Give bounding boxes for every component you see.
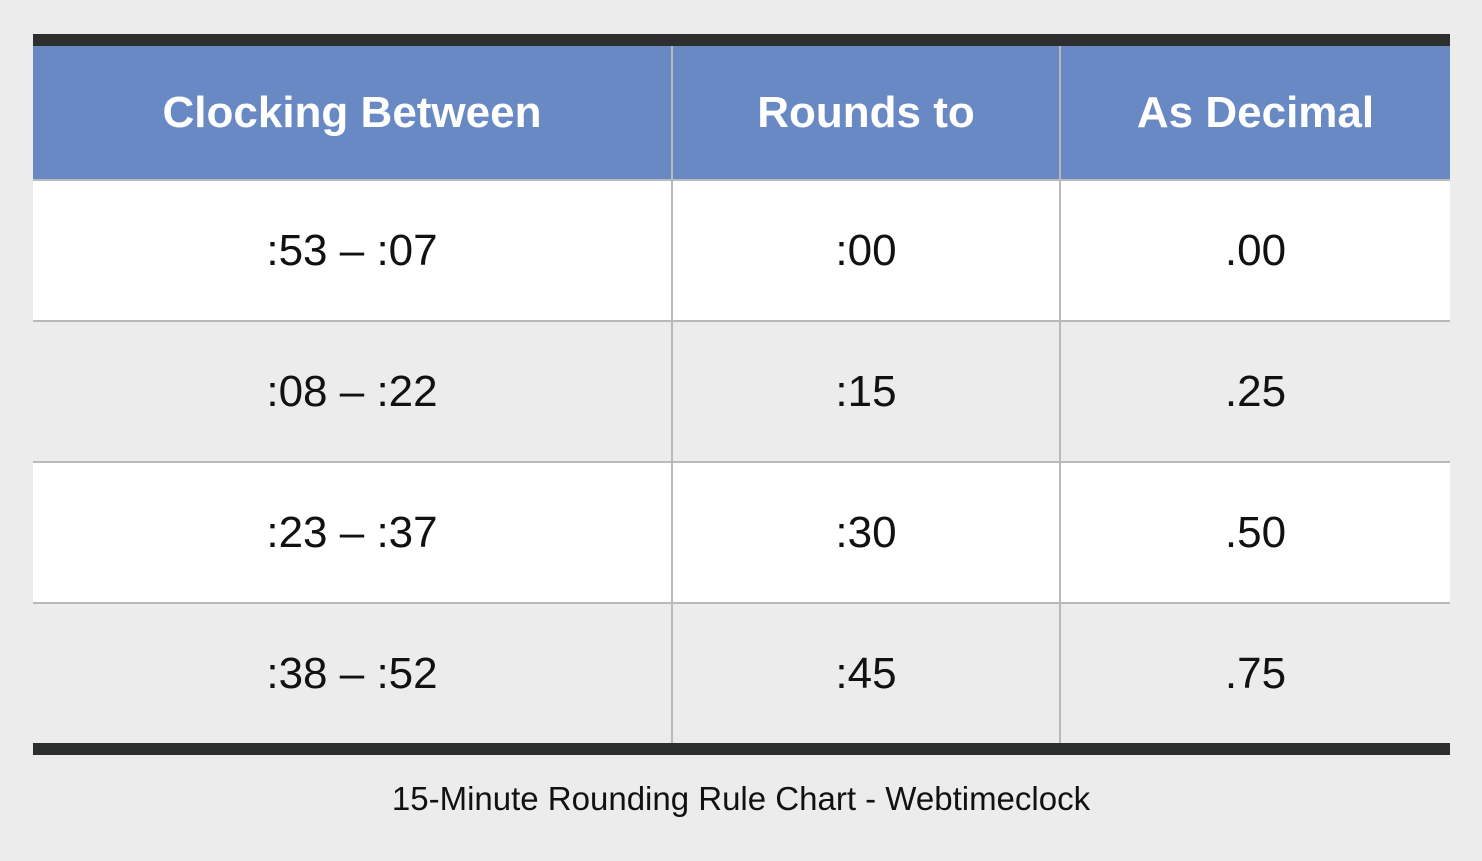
cell-rounds-to: :45: [671, 602, 1060, 743]
table-row: :53 – :07 :00 .00: [33, 180, 1450, 321]
cell-clocking-between: :08 – :22: [33, 320, 672, 462]
cell-clocking-between: :38 – :52: [33, 602, 672, 743]
header-row: Clocking Between Rounds to As Decimal: [33, 46, 1450, 181]
header-as-decimal: As Decimal: [1059, 46, 1450, 181]
rounding-table: Clocking Between Rounds to As Decimal :5…: [33, 46, 1450, 743]
table-row: :23 – :37 :30 .50: [33, 461, 1450, 603]
bottom-rule: [33, 743, 1450, 755]
table-row: :08 – :22 :15 .25: [33, 320, 1450, 462]
top-rule: [33, 34, 1450, 46]
cell-rounds-to: :30: [671, 461, 1060, 603]
cell-clocking-between: :53 – :07: [33, 180, 672, 321]
table-row: :38 – :52 :45 .75: [33, 602, 1450, 743]
table-caption: 15-Minute Rounding Rule Chart - Webtimec…: [391, 780, 1091, 817]
header-clocking-between: Clocking Between: [33, 46, 672, 181]
cell-as-decimal: .75: [1059, 602, 1450, 743]
cell-as-decimal: .50: [1059, 461, 1450, 603]
cell-rounds-to: :00: [671, 180, 1060, 321]
header-rounds-to: Rounds to: [671, 46, 1060, 181]
cell-as-decimal: .25: [1059, 320, 1450, 462]
cell-as-decimal: .00: [1059, 180, 1450, 321]
rounding-table-container: Clocking Between Rounds to As Decimal :5…: [33, 34, 1450, 755]
cell-clocking-between: :23 – :37: [33, 461, 672, 603]
cell-rounds-to: :15: [671, 320, 1060, 462]
